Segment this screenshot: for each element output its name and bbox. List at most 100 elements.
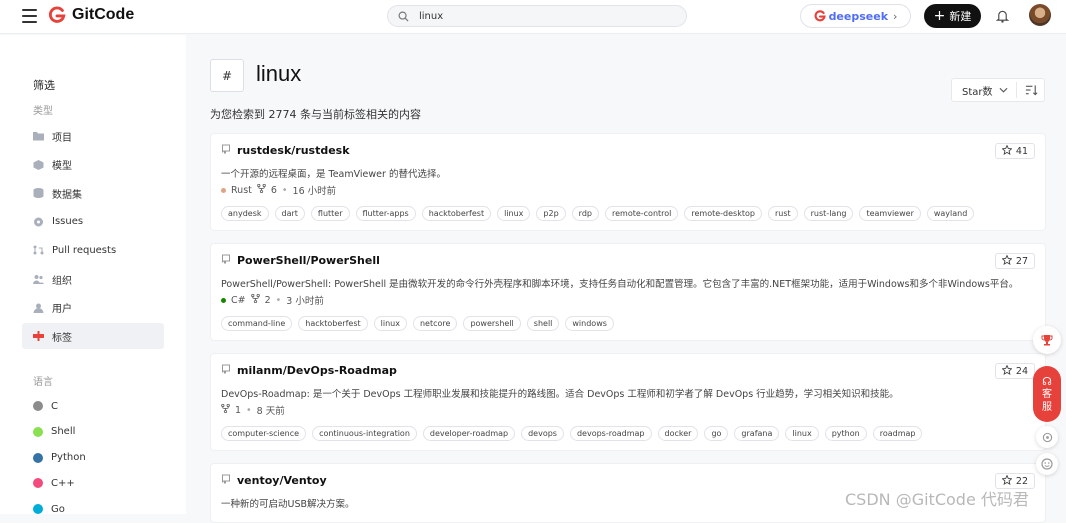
language-color-dot [33,478,43,489]
topic-tag[interactable]: developer-roadmap [422,426,516,441]
topic-tag[interactable]: netcore [412,316,458,331]
star-button[interactable]: 41 [994,143,1035,159]
hash-badge: # [210,59,244,92]
topic-tag[interactable]: powershell [463,316,521,331]
topic-tag[interactable]: remote-control [604,206,679,221]
topic-tag[interactable]: devops-roadmap [569,426,652,441]
repo-title[interactable]: rustdesk/rustdesk [221,144,350,157]
repo-name[interactable]: rustdesk/rustdesk [237,144,350,157]
sidebar-type-item[interactable]: 组织 [22,266,164,292]
sidebar-type-item[interactable]: 标签 [22,323,164,350]
topic-tag[interactable]: linux [785,426,819,441]
topic-tag[interactable]: rust [767,206,798,221]
repo-icon [221,474,231,487]
repo-language: Rust [231,184,252,196]
topic-tag[interactable]: grafana [734,426,780,441]
sidebar-type-item[interactable]: Issues [22,209,164,235]
star-button[interactable]: 27 [994,253,1035,269]
topic-tag[interactable]: remote-desktop [684,206,762,221]
search-box[interactable] [387,5,687,27]
trophy-button[interactable] [1033,326,1061,354]
sidebar-type-item[interactable]: 数据集 [22,180,164,206]
topic-tag[interactable]: command-line [221,316,293,331]
topic-tag[interactable]: flutter [310,206,350,221]
gitcode-logo[interactable]: GitCode [48,6,134,24]
fork-count: 1 [235,404,242,416]
language-color-dot [221,187,226,193]
filter-sidebar: 筛选 类型 项目 模型 数据集 Issues Pull requests 组织 用户 标签 语… [0,35,186,515]
topic-tag[interactable]: go [704,426,729,441]
topic-tag[interactable]: shell [526,316,560,331]
customer-service-button[interactable]: ☊ 客 服 [1033,366,1061,422]
sidebar-language-item[interactable]: C++ [22,470,164,496]
topic-tag[interactable]: linux [373,316,407,331]
sidebar-type-label: 用户 [52,304,72,316]
star-button[interactable]: 24 [994,363,1035,379]
kefu-line2: 服 [1042,401,1052,413]
topic-tag[interactable]: windows [565,316,614,331]
topic-tag[interactable]: devops [521,426,564,441]
repo-name[interactable]: ventoy/Ventoy [237,474,327,487]
sidebar-type-label: 标签 [52,332,72,344]
sidebar-language-item[interactable]: C [22,393,164,419]
sidebar-type-label: Issues [52,216,84,228]
sidebar-type-label: Pull requests [52,244,117,256]
topic-tag[interactable]: hacktoberfest [298,316,368,331]
repo-card[interactable]: milanm/DevOps-Roadmap 24 DevOps-Roadmap: 是… [210,353,1046,451]
star-icon [1001,143,1013,158]
topic-tag[interactable]: python [824,426,867,441]
search-input[interactable] [419,10,659,22]
sort-label[interactable]: Star数 [962,83,993,98]
topic-tag[interactable]: docker [657,426,699,441]
updated-time: 3 小时前 [286,296,324,307]
topic-tag[interactable]: flutter-apps [355,206,416,221]
search-icon [398,11,409,22]
user-avatar[interactable] [1029,4,1051,26]
fork-icon [221,403,230,416]
sidebar-type-label: 组织 [52,275,72,287]
topic-tag[interactable]: rdp [571,206,599,221]
topic-tag[interactable]: wayland [926,206,975,221]
topic-tag[interactable]: dart [274,206,305,221]
sidebar-type-item[interactable]: Pull requests [22,237,164,263]
fork-count: 6 [270,184,277,196]
floating-toolbar: ☊ 客 服 [1033,322,1061,482]
hamburger-menu-icon[interactable] [22,9,37,23]
sort-order-icon[interactable] [1025,84,1038,96]
refresh-button[interactable] [1036,426,1058,448]
bell-icon[interactable] [996,9,1009,23]
deepseek-button[interactable]: deepseek › [800,4,911,28]
topic-tag[interactable]: p2p [536,206,566,221]
topic-tag[interactable]: anydesk [221,206,269,221]
sidebar-language-item[interactable]: Python [22,445,164,471]
topic-tag[interactable]: rust-lang [803,206,854,221]
fork-icon [250,293,260,306]
cube-icon [33,159,44,170]
repo-title[interactable]: ventoy/Ventoy [221,474,327,487]
repo-card[interactable]: rustdesk/rustdesk 41 一个开源的远程桌面，是 TeamViewe… [210,133,1046,231]
topic-tag[interactable]: teamviewer [859,206,921,221]
sidebar-language-item[interactable]: Go [22,496,164,522]
feedback-button[interactable] [1036,453,1058,475]
sidebar-type-item[interactable]: 项目 [22,123,164,149]
repo-card[interactable]: PowerShell/PowerShell 27 PowerShell/PowerS… [210,243,1046,341]
top-navbar: GitCode deepseek › + 新建 [0,0,1066,34]
repo-title[interactable]: milanm/DevOps-Roadmap [221,364,397,377]
topic-tag[interactable]: computer-science [221,426,307,441]
topic-tag[interactable]: continuous-integration [312,426,417,441]
repo-name[interactable]: milanm/DevOps-Roadmap [237,364,397,377]
sidebar-type-item[interactable]: 用户 [22,295,164,321]
topic-tag[interactable]: hacktoberfest [421,206,492,221]
repo-title[interactable]: PowerShell/PowerShell [221,254,380,267]
language-color-dot [33,504,43,515]
sidebar-type-item[interactable]: 模型 [22,152,164,178]
smile-icon [1041,458,1053,470]
topic-tag[interactable]: linux [497,206,531,221]
topic-tag[interactable]: roadmap [872,426,923,441]
language-section-label: 语言 [33,377,53,388]
logo-text: GitCode [72,6,135,23]
repo-name[interactable]: PowerShell/PowerShell [237,254,380,267]
sidebar-language-item[interactable]: Shell [22,419,164,445]
sort-control[interactable]: Star数 [951,78,1045,102]
new-button[interactable]: + 新建 [924,4,981,28]
